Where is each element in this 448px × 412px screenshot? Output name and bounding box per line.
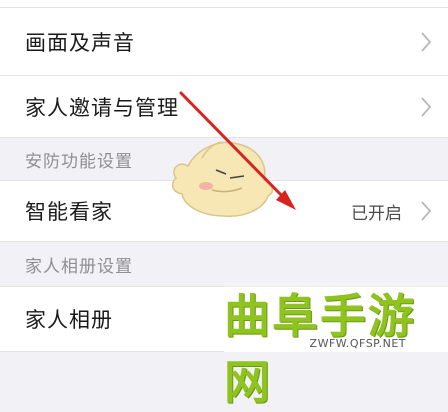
watermark: 曲阜手游网 ZWFW.QFSP.NET [224,280,448,409]
watermark-url: ZWFW.QFSP.NET [309,337,406,350]
